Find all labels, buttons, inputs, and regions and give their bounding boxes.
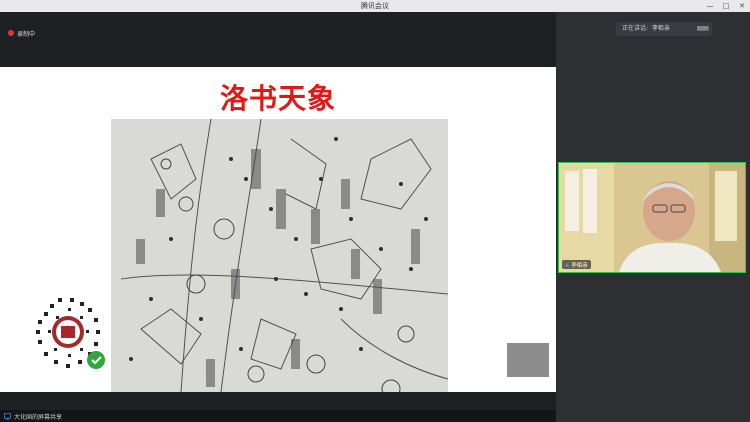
shared-slide: 洛书天象 xyxy=(0,67,556,392)
active-speaker-box: 正在讲话: 李栢亲 ▮▮▮▮▮ xyxy=(616,22,712,36)
screen-share-icon xyxy=(4,412,11,420)
screen-share-bar[interactable]: 大化国的屏幕共享 xyxy=(0,410,556,422)
participant-video-frame xyxy=(559,163,745,272)
mic-icon: ▲ xyxy=(565,261,570,268)
close-button[interactable]: ✕ xyxy=(734,0,750,12)
minimize-button[interactable]: — xyxy=(702,0,718,12)
window-title: 腾讯会议 xyxy=(361,2,389,10)
video-participant-name: 李栢亲 xyxy=(571,262,588,269)
share-bar-label: 大化国的屏幕共享 xyxy=(14,413,63,421)
video-name-tag: ▲ 李栢亲 xyxy=(562,260,591,269)
mini-program-code[interactable] xyxy=(26,290,110,374)
participant-panel: 正在讲话: 李栢亲 ▮▮▮▮▮ ▲ 李栢亲 xyxy=(556,12,750,422)
star-map-image xyxy=(111,119,448,392)
audio-wave-icon: ▮▮▮▮▮ xyxy=(696,25,708,32)
placeholder-block xyxy=(507,343,549,377)
window-controls: — □ ✕ xyxy=(702,0,750,12)
record-dot-icon xyxy=(8,30,14,36)
recording-label: 录制中 xyxy=(17,30,36,38)
speaker-name: 李栢亲 xyxy=(652,25,671,32)
participant-video-tile[interactable]: ▲ 李栢亲 xyxy=(558,162,746,273)
maximize-button[interactable]: □ xyxy=(718,0,734,12)
speaker-label: 正在讲话: xyxy=(622,25,649,32)
slide-title: 洛书天象 xyxy=(219,82,336,115)
shared-screen-stage: 录制中 洛书天象 xyxy=(0,12,556,410)
recording-indicator[interactable]: 录制中 xyxy=(8,28,35,38)
window-title-bar: 腾讯会议 — □ ✕ xyxy=(0,0,750,12)
